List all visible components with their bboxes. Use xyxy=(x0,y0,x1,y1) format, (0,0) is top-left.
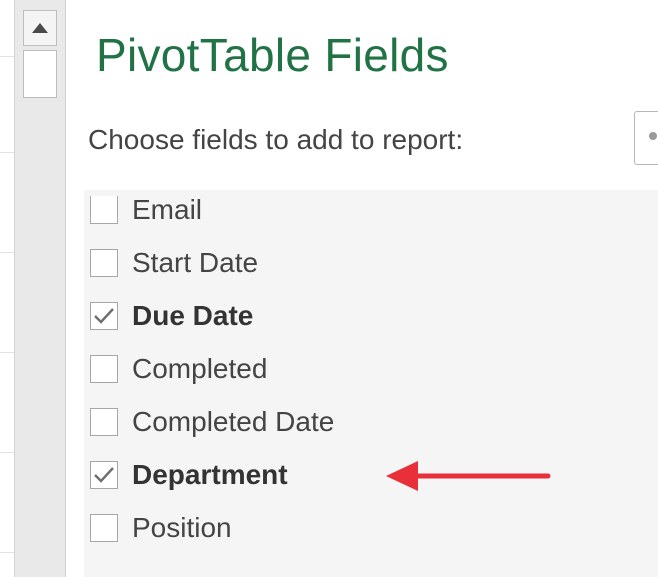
field-item-email[interactable]: Email xyxy=(90,190,202,230)
pivottable-fields-pane: PivotTable Fields Choose fields to add t… xyxy=(66,0,658,577)
field-checkbox[interactable] xyxy=(90,461,118,489)
field-label: Due Date xyxy=(132,300,254,331)
gear-icon xyxy=(649,132,657,140)
field-label: Department xyxy=(132,459,288,490)
scroll-up-button[interactable] xyxy=(23,10,57,46)
red-arrow-icon xyxy=(386,461,551,491)
field-checkbox[interactable] xyxy=(90,408,118,436)
checkmark-icon xyxy=(94,308,114,324)
field-item-start-date[interactable]: Start Date xyxy=(90,243,258,283)
field-item-department[interactable]: Department xyxy=(90,455,288,495)
field-checkbox[interactable] xyxy=(90,514,118,542)
field-item-due-date[interactable]: Due Date xyxy=(90,296,253,336)
checkmark-icon xyxy=(94,467,114,483)
tools-button[interactable] xyxy=(634,111,658,165)
grid-line xyxy=(0,552,14,553)
pane-subtitle: Choose fields to add to report: xyxy=(88,124,464,155)
field-label: Email xyxy=(132,194,203,225)
spreadsheet-edge xyxy=(0,0,15,577)
vertical-scrollbar[interactable] xyxy=(15,0,66,577)
grid-line xyxy=(0,452,14,453)
grid-line xyxy=(0,152,14,153)
field-checkbox[interactable] xyxy=(90,355,118,383)
pivottable-fields-window: PivotTable Fields Choose fields to add t… xyxy=(0,0,658,577)
triangle-up-icon xyxy=(32,23,48,33)
field-item-completed[interactable]: Completed xyxy=(90,349,267,389)
field-item-completed-date[interactable]: Completed Date xyxy=(90,402,334,442)
field-label: Position xyxy=(132,512,232,543)
field-list: Email Start Date Due Date Completed Comp… xyxy=(84,190,658,577)
scroll-thumb[interactable] xyxy=(23,50,57,98)
field-label: Completed xyxy=(132,353,268,384)
pane-title: PivotTable Fields xyxy=(96,29,449,81)
field-checkbox[interactable] xyxy=(90,249,118,277)
field-label: Completed Date xyxy=(132,406,335,437)
field-checkbox[interactable] xyxy=(90,196,118,224)
grid-line xyxy=(0,56,14,57)
grid-line xyxy=(0,252,14,253)
field-item-position[interactable]: Position xyxy=(90,508,232,548)
field-checkbox[interactable] xyxy=(90,302,118,330)
field-label: Start Date xyxy=(132,247,259,278)
grid-line xyxy=(0,352,14,353)
